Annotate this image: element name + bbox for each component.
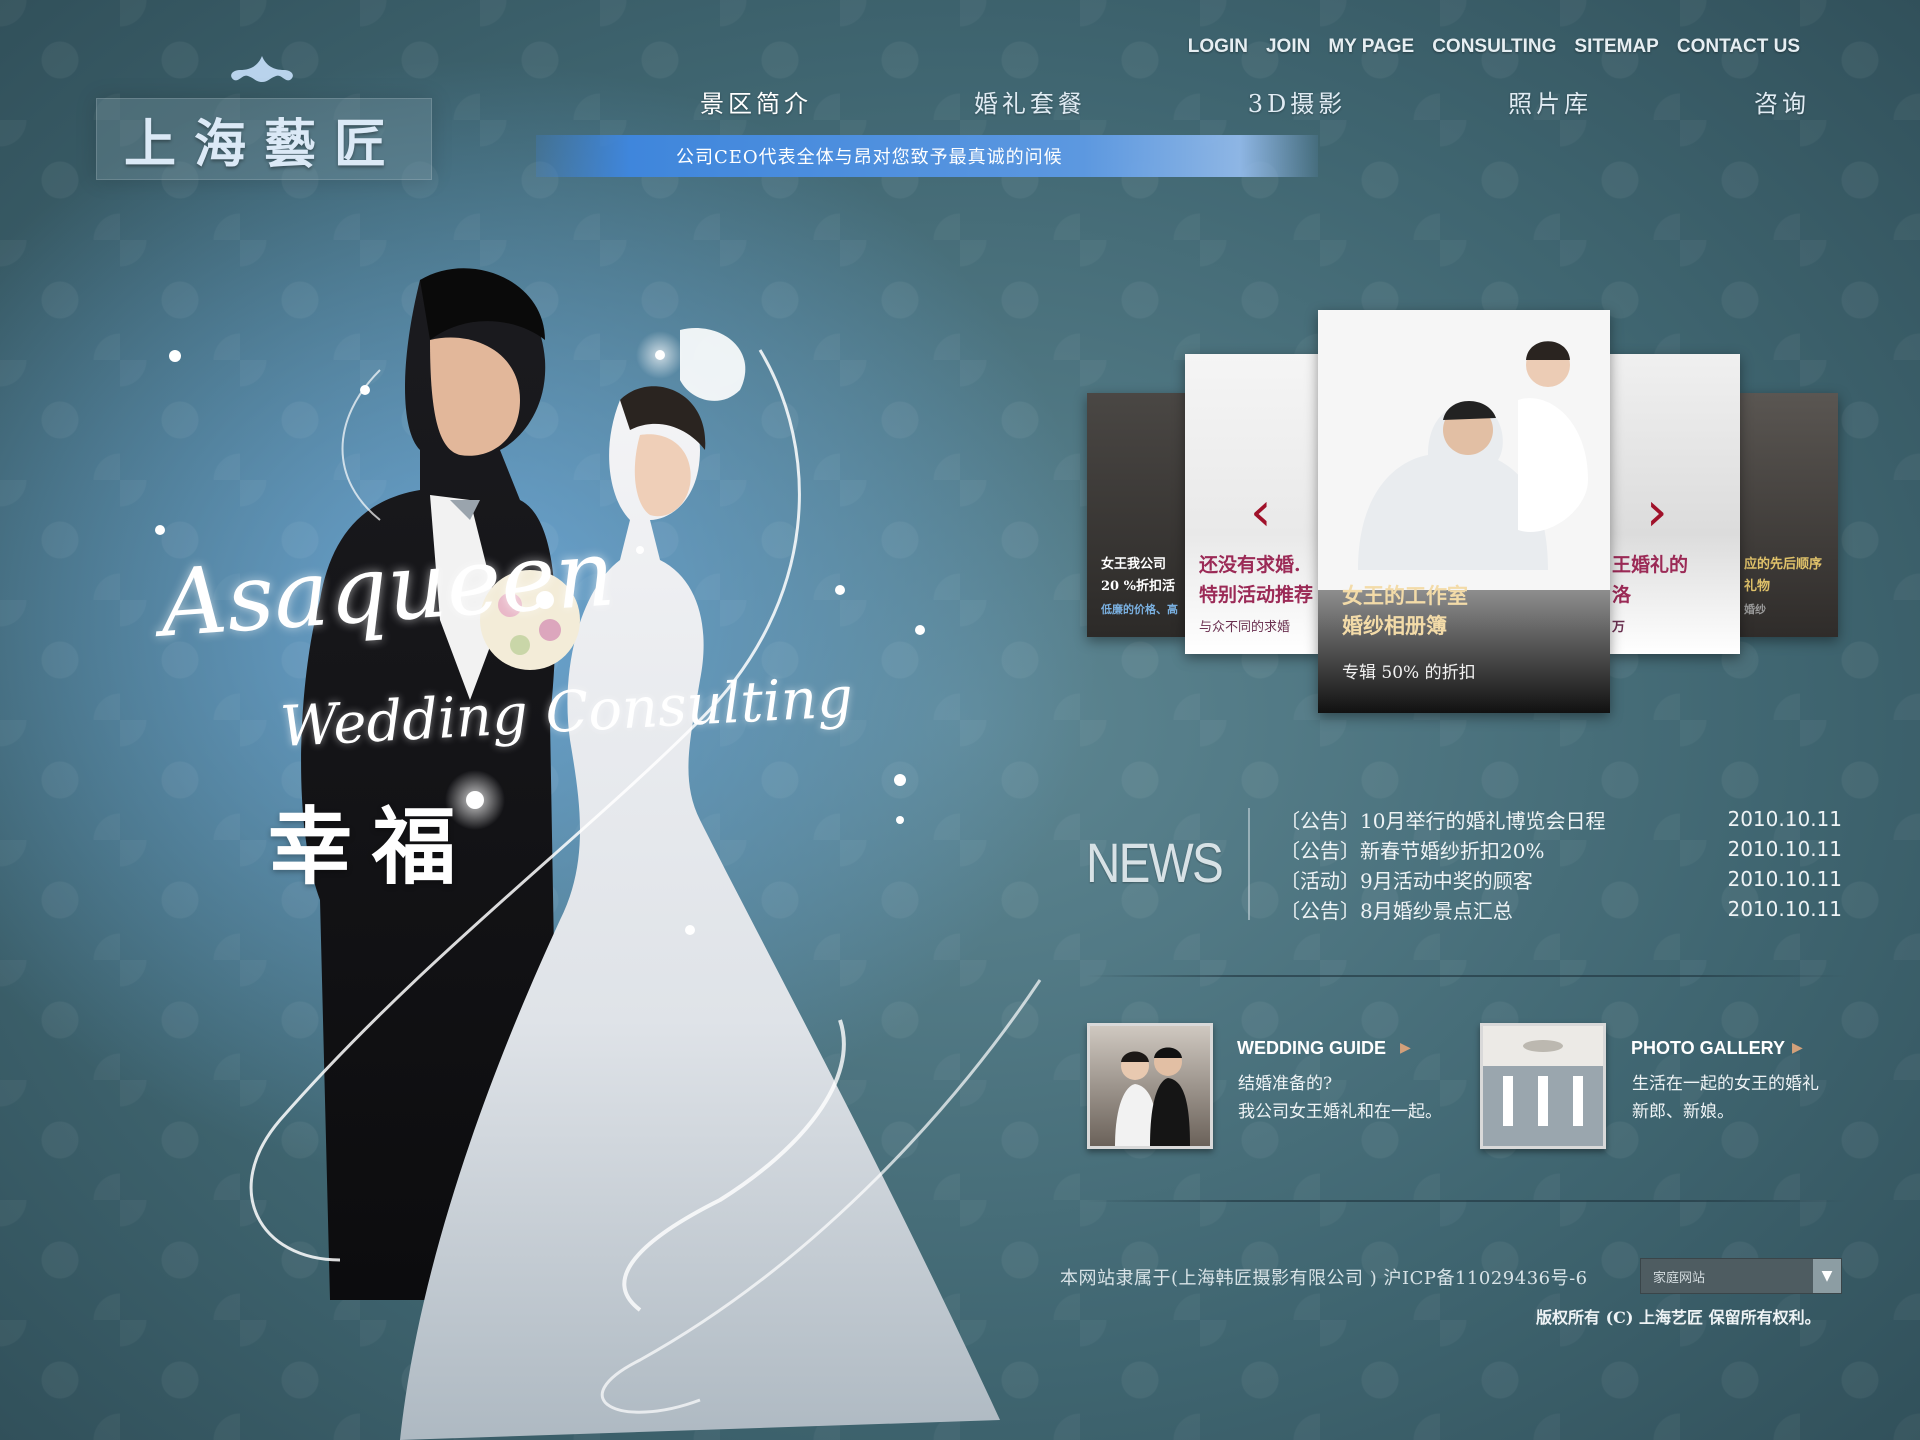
center-card-photo (1318, 310, 1610, 590)
logo-ornament-icon (231, 56, 293, 82)
card-detail: 专辑 50% 的折扣 (1342, 663, 1476, 683)
news-item[interactable]: 〔公告〕新春节婚纱折扣20% 2010.10.11 (1280, 834, 1842, 864)
carousel-card-far-left[interactable]: 女王我公司 20 %折扣活 低廉的价格、高 (1087, 393, 1187, 637)
card-subtitle: 特别活动推荐 (1199, 584, 1314, 606)
carousel-card-far-right[interactable]: 应的先后顺序 礼物 婚纱 (1740, 393, 1838, 637)
card-detail: 万 (1612, 620, 1626, 635)
chevron-left-icon[interactable]: ‹ (1250, 480, 1272, 543)
section-divider (1086, 975, 1846, 977)
carousel-card-near-right[interactable]: 王婚礼的 洛 万 (1608, 354, 1740, 654)
carousel-card-center[interactable]: 女王的工作室 婚纱相册簿 专辑 50% 的折扣 (1318, 310, 1610, 713)
card-subtitle: 礼物 (1744, 579, 1771, 594)
chevron-down-icon[interactable]: ▼ (1813, 1259, 1841, 1293)
card-detail: 婚纱 (1744, 603, 1766, 616)
news-title: 〔公告〕10月举行的婚礼博览会日程 (1280, 808, 1606, 833)
card-subtitle: 洛 (1612, 584, 1632, 606)
arrow-right-icon[interactable]: ▶ (1792, 1040, 1803, 1056)
card-title: 应的先后顺序 (1744, 557, 1823, 572)
photo-gallery-thumbnail[interactable] (1480, 1023, 1606, 1149)
card-subtitle: 婚纱相册簿 (1342, 613, 1447, 638)
company-info: 本网站隶属于(上海韩匠摄影有限公司 ) 沪ICP备11029436号-6 (1060, 1268, 1588, 1289)
photo-gallery-line1: 生活在一起的女王的婚礼 (1632, 1074, 1819, 1094)
nav-item-wedding-package[interactable]: 婚礼套餐 (974, 84, 1086, 119)
card-title: 女王的工作室 (1342, 583, 1468, 608)
my-page-link[interactable]: MY PAGE (1328, 36, 1414, 58)
news-label: NEWS (1086, 831, 1224, 894)
news-divider (1248, 808, 1250, 920)
wedding-guide-line2: 我公司女王婚礼和在一起。 (1238, 1102, 1442, 1122)
family-site-label: 家庭网站 (1653, 1270, 1706, 1286)
wedding-guide-thumbnail[interactable] (1087, 1023, 1213, 1149)
news-title: 〔公告〕8月婚纱景点汇总 (1280, 898, 1513, 923)
nav-item-photo-library[interactable]: 照片库 (1508, 84, 1592, 119)
wedding-guide-title[interactable]: WEDDING GUIDE (1237, 1038, 1386, 1059)
card-subtitle: 20 %折扣活 (1101, 579, 1175, 594)
nav-item-scenic-intro[interactable]: 景区简介 (700, 84, 812, 119)
announcement-banner: 公司CEO代表全体与昂对您致予最真诚的问候 (536, 135, 1318, 177)
news-item[interactable]: 〔活动〕9月活动中奖的顾客 2010.10.11 (1280, 864, 1842, 894)
chevron-right-icon[interactable]: › (1646, 480, 1668, 543)
logo-text: 上海藝匠 (123, 113, 404, 175)
wedding-guide-line1: 结婚准备的? (1238, 1074, 1333, 1094)
news-date: 2010.10.11 (1727, 837, 1842, 861)
login-link[interactable]: LOGIN (1188, 36, 1248, 58)
card-title: 还没有求婚. (1199, 554, 1301, 576)
banner-text: 公司CEO代表全体与昂对您致予最真诚的问候 (676, 147, 1063, 168)
news-item[interactable]: 〔公告〕10月举行的婚礼博览会日程 2010.10.11 (1280, 804, 1842, 834)
card-title: 王婚礼的 (1612, 554, 1689, 576)
news-list: 〔公告〕10月举行的婚礼博览会日程 2010.10.11 〔公告〕新春节婚纱折扣… (1280, 804, 1842, 924)
news-item[interactable]: 〔公告〕8月婚纱景点汇总 2010.10.11 (1280, 894, 1842, 924)
hero-happiness-text: 幸福 (268, 797, 477, 896)
news-date: 2010.10.11 (1727, 867, 1842, 891)
main-nav: 景区简介 婚礼套餐 3D摄影 照片库 咨询 (700, 84, 1810, 119)
photo-gallery-line2: 新郎、新娘。 (1632, 1102, 1734, 1122)
couple-photo-icon (1115, 1047, 1190, 1146)
news-title: 〔活动〕9月活动中奖的顾客 (1280, 868, 1533, 893)
news-date: 2010.10.11 (1727, 807, 1842, 831)
family-site-select[interactable]: 家庭网站 ▼ (1640, 1258, 1842, 1294)
section-divider (1086, 1200, 1846, 1202)
card-title: 女王我公司 (1101, 557, 1167, 572)
copyright-text: 版权所有 (C) 上海艺匠 保留所有权利。 (1536, 1308, 1821, 1327)
sitemap-link[interactable]: SITEMAP (1574, 36, 1658, 58)
consulting-link[interactable]: CONSULTING (1432, 36, 1556, 58)
card-detail: 低廉的价格、高 (1101, 603, 1178, 616)
photo-gallery-title[interactable]: PHOTO GALLERY (1631, 1038, 1785, 1059)
hall-photo-icon (1483, 1026, 1603, 1146)
arrow-right-icon[interactable]: ▶ (1400, 1040, 1411, 1056)
news-title: 〔公告〕新春节婚纱折扣20% (1280, 838, 1545, 863)
nav-item-consult[interactable]: 咨询 (1754, 84, 1810, 119)
top-links: LOGIN JOIN MY PAGE CONSULTING SITEMAP CO… (1188, 36, 1800, 58)
site-logo[interactable]: 上海藝匠 (96, 98, 432, 180)
join-link[interactable]: JOIN (1266, 36, 1310, 58)
nav-item-3d-photo[interactable]: 3D摄影 (1248, 84, 1347, 119)
contact-us-link[interactable]: CONTACT US (1677, 36, 1800, 58)
news-date: 2010.10.11 (1727, 897, 1842, 921)
card-detail: 与众不同的求婚 (1199, 620, 1291, 635)
hero-couple-image (155, 268, 1042, 1440)
